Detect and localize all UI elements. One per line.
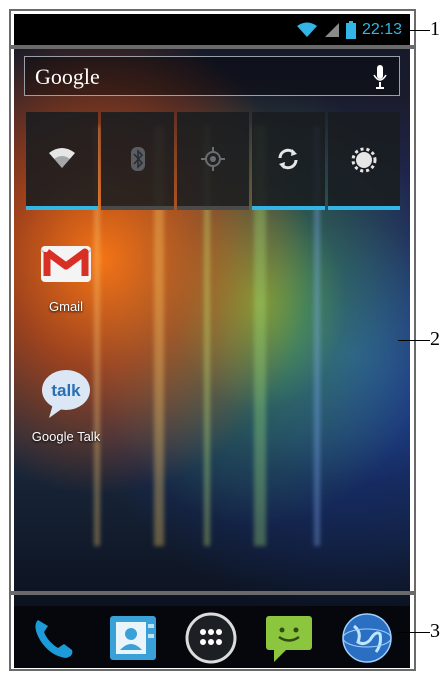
callout-number-2: 2 bbox=[430, 328, 440, 350]
callout-line-3 bbox=[398, 632, 430, 633]
callout-line-2 bbox=[398, 340, 430, 341]
callout-line-1 bbox=[398, 30, 430, 31]
region-frame-dock bbox=[9, 593, 416, 671]
callout-number-1: 1 bbox=[430, 18, 440, 40]
callout-number-3: 3 bbox=[430, 620, 440, 642]
region-frame-status bbox=[9, 9, 416, 47]
region-frame-home bbox=[9, 47, 416, 593]
